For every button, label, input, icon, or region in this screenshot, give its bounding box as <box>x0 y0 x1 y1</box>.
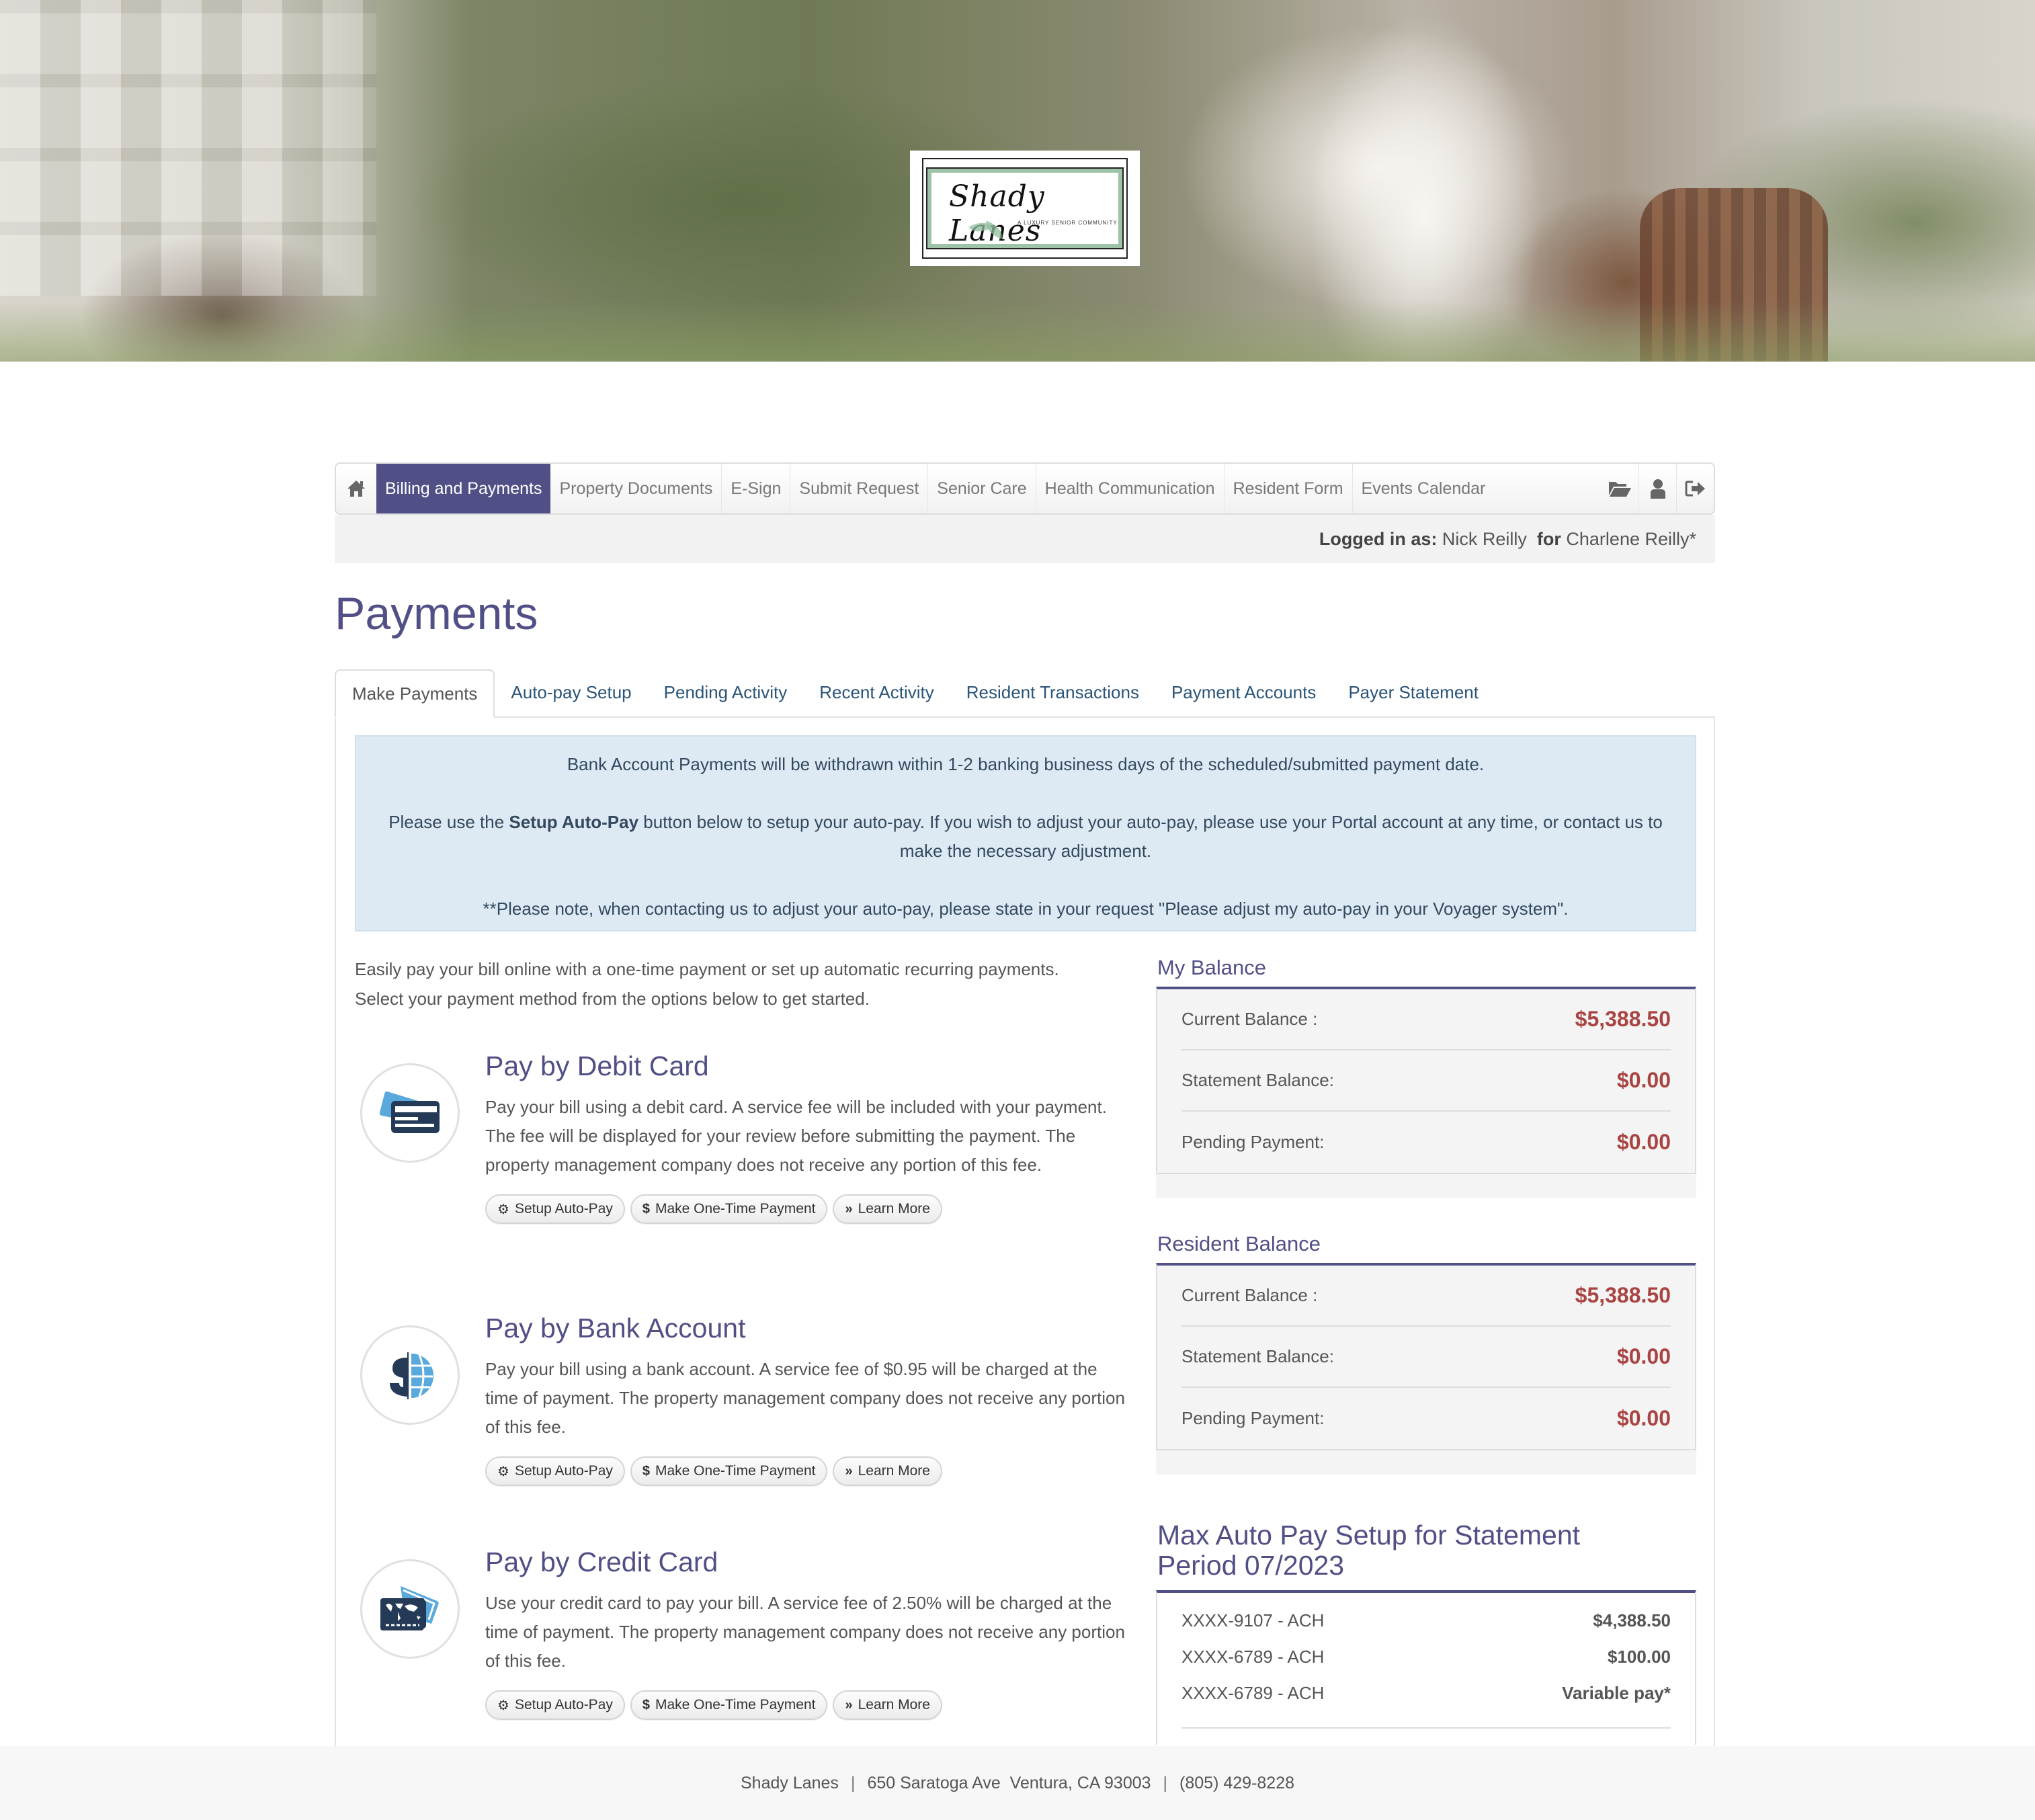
double-chevron-right-icon: » <box>845 1697 853 1712</box>
footer-separator: | <box>850 1773 856 1792</box>
panel-title: Resident Balance <box>1157 1232 1321 1255</box>
home-icon <box>347 481 365 497</box>
balance-row: Statement Balance: $0.00 <box>1181 1050 1671 1112</box>
notice-line-2: Please use the Setup Auto-Pay button bel… <box>388 812 1663 861</box>
nav-submit-request[interactable]: Submit Request <box>790 464 929 513</box>
footer-separator: | <box>1163 1773 1168 1792</box>
payment-intro: Easily pay your bill online with a one-t… <box>355 959 1059 1009</box>
method-description: Use your credit card to pay your bill. A… <box>485 1593 1125 1671</box>
tab-recent-activity[interactable]: Recent Activity <box>803 668 950 716</box>
gears-icon: ⚙ <box>497 1464 509 1479</box>
main-navbar: Billing and Payments Property Documents … <box>335 462 1715 515</box>
tab-payment-accounts[interactable]: Payment Accounts <box>1155 668 1332 716</box>
resident-balance-panel: Resident Balance Current Balance : $5,388… <box>1156 1231 1696 1475</box>
setup-autopay-button[interactable]: ⚙ Setup Auto-Pay <box>485 1194 625 1224</box>
autopay-row: XXXX-6789 - ACH Variable pay* <box>1181 1682 1671 1703</box>
dollar-icon: $ <box>642 1697 650 1712</box>
hero-lawn <box>0 301 2035 362</box>
method-description: Pay your bill using a bank account. A se… <box>485 1359 1125 1437</box>
one-time-payment-button[interactable]: $ Make One-Time Payment <box>630 1456 828 1486</box>
nav-health-communication[interactable]: Health Communication <box>1036 464 1224 513</box>
footer-phone: (805) 429-8228 <box>1179 1773 1295 1792</box>
dollar-icon: $ <box>642 1201 650 1216</box>
double-chevron-right-icon: » <box>845 1463 853 1479</box>
double-chevron-right-icon: » <box>845 1201 853 1216</box>
autopay-row: XXXX-9107 - ACH $4,388.50 <box>1181 1610 1671 1630</box>
for-label: for <box>1536 528 1561 549</box>
user-icon <box>1650 479 1665 499</box>
gears-icon: ⚙ <box>497 1698 509 1713</box>
info-notice: Bank Account Payments will be withdrawn … <box>355 735 1696 932</box>
gears-icon: ⚙ <box>497 1202 509 1217</box>
nav-property-documents[interactable]: Property Documents <box>550 464 722 513</box>
one-time-payment-button[interactable]: $ Make One-Time Payment <box>630 1194 828 1224</box>
page-title: Payments <box>335 588 538 639</box>
balance-row: Pending Payment: $0.00 <box>1181 1406 1671 1430</box>
documents-button[interactable] <box>1601 464 1638 513</box>
balance-row: Current Balance : $5,388.50 <box>1181 989 1671 1050</box>
logged-in-user: Nick Reilly <box>1442 528 1527 549</box>
logout-button[interactable] <box>1676 464 1714 513</box>
method-title: Pay by Credit Card <box>485 1546 718 1577</box>
nav-billing-and-payments[interactable]: Billing and Payments <box>376 464 551 513</box>
autopay-row: XXXX-6789 - ACH $100.00 <box>1181 1646 1671 1667</box>
one-time-payment-button[interactable]: $ Make One-Time Payment <box>630 1690 828 1720</box>
method-title: Pay by Bank Account <box>485 1313 746 1343</box>
profile-button[interactable] <box>1638 464 1676 513</box>
credit-card-icon <box>380 1586 439 1630</box>
learn-more-button[interactable]: » Learn More <box>833 1456 942 1486</box>
notice-line-3: **Please note, when contacting us to adj… <box>483 899 1569 919</box>
balance-row: Statement Balance: $0.00 <box>1181 1327 1671 1388</box>
my-balance-panel: My Balance Current Balance : $5,388.50 St… <box>1156 954 1696 1198</box>
method-title: Pay by Debit Card <box>485 1050 709 1081</box>
nav-home[interactable] <box>336 464 376 513</box>
footer-name: Shady Lanes <box>740 1773 839 1792</box>
sign-out-icon <box>1685 481 1705 497</box>
learn-more-button[interactable]: » Learn More <box>833 1194 942 1224</box>
tab-make-payments[interactable]: Make Payments <box>335 669 495 718</box>
site-logo[interactable]: Shady Lanes A LUXURY SENIOR COMMUNITY <box>910 151 1140 266</box>
notice-line-1: Bank Account Payments will be withdrawn … <box>567 754 1485 774</box>
divider <box>1181 1727 1671 1729</box>
tab-auto-pay-setup[interactable]: Auto-pay Setup <box>495 668 647 716</box>
footer-address: 650 Saratoga Ave Ventura, CA 93003 <box>867 1773 1151 1792</box>
nav-senior-care[interactable]: Senior Care <box>928 464 1036 513</box>
learn-more-button[interactable]: » Learn More <box>833 1690 942 1720</box>
tab-pending-activity[interactable]: Pending Activity <box>648 668 804 716</box>
balance-row: Current Balance : $5,388.50 <box>1181 1266 1671 1327</box>
dollar-icon: $ <box>642 1463 650 1479</box>
bank-account-icon <box>390 1352 433 1399</box>
balance-amount: $0.00 <box>1616 1068 1671 1092</box>
nav-e-sign[interactable]: E-Sign <box>722 464 791 513</box>
logo-tagline: A LUXURY SENIOR COMMUNITY <box>1018 220 1118 226</box>
balance-amount: $5,388.50 <box>1575 1007 1671 1031</box>
logo-wordmark: Shady Lanes <box>949 179 1045 248</box>
panel-title: Max Auto Pay Setup for Statement Period … <box>1157 1520 1581 1581</box>
payments-tabs: Make Payments Auto-pay Setup Pending Act… <box>335 669 1715 718</box>
site-footer: Shady Lanes | 650 Saratoga Ave Ventura, … <box>0 1746 2035 1820</box>
balance-amount: $0.00 <box>1616 1130 1671 1154</box>
logged-in-label: Logged in as: <box>1319 528 1438 549</box>
debit-card-icon <box>379 1091 440 1133</box>
setup-autopay-button[interactable]: ⚙ Setup Auto-Pay <box>485 1690 625 1720</box>
method-description: Pay your bill using a debit card. A serv… <box>485 1097 1107 1175</box>
max-autopay-panel: Max Auto Pay Setup for Statement Period … <box>1156 1520 1696 1745</box>
folder-open-icon <box>1609 482 1631 497</box>
tab-payer-statement[interactable]: Payer Statement <box>1332 668 1495 716</box>
balance-row: Pending Payment: $0.00 <box>1181 1130 1671 1154</box>
nav-resident-form[interactable]: Resident Form <box>1224 464 1353 513</box>
hero-building-backdrop <box>0 0 376 296</box>
nav-events-calendar[interactable]: Events Calendar <box>1353 464 1495 513</box>
panel-title: My Balance <box>1157 956 1266 979</box>
session-bar: Logged in as: Nick Reilly for Charlene R… <box>335 515 1715 563</box>
resident-name: Charlene Reilly* <box>1566 528 1696 549</box>
tab-resident-transactions[interactable]: Resident Transactions <box>950 668 1155 716</box>
setup-autopay-button[interactable]: ⚙ Setup Auto-Pay <box>485 1456 625 1486</box>
balance-amount: $5,388.50 <box>1575 1283 1671 1307</box>
balance-amount: $0.00 <box>1616 1344 1671 1368</box>
balance-amount: $0.00 <box>1616 1406 1671 1430</box>
hero-banner: Shady Lanes A LUXURY SENIOR COMMUNITY <box>0 0 2035 362</box>
